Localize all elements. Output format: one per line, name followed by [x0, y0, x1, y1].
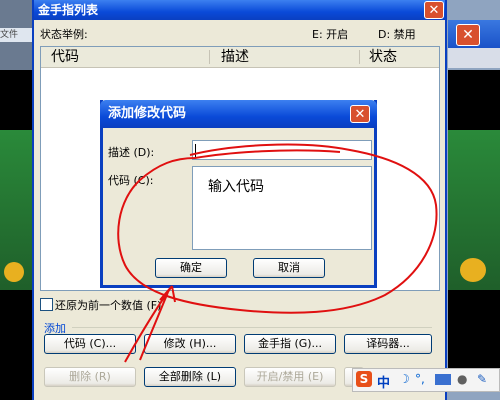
- annotation-overlay: [117, 143, 438, 363]
- annotation-arrow: [124, 285, 176, 363]
- annotation-circle: [117, 143, 438, 314]
- annotation-text: 输入代码: [208, 179, 264, 195]
